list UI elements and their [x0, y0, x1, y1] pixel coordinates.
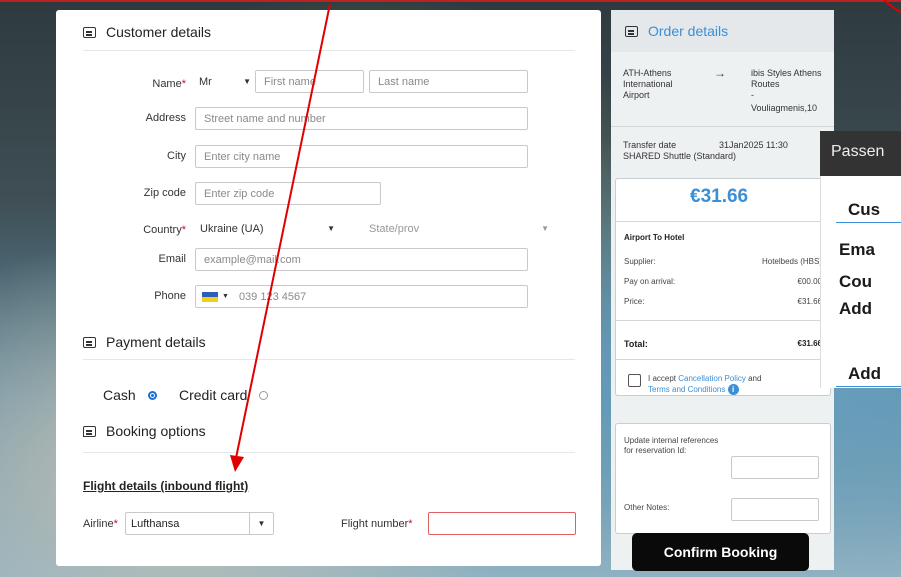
credit-card-option[interactable]: Credit card [179, 387, 269, 403]
airline-value: Lufthansa [131, 517, 180, 530]
email-input[interactable]: example@mail.com [195, 248, 528, 271]
cancellation-policy-link[interactable]: Cancellation Policy [678, 374, 746, 383]
transfer-date-value: 31Jan2025 11:30 [719, 140, 788, 150]
divider [616, 320, 830, 321]
notes-box: Update internal references for reservati… [615, 423, 831, 534]
passenger-panel: Cus Ema Cou Add Add [820, 176, 901, 388]
wallet-icon [83, 336, 96, 348]
route-from: ATH-Athens International Airport [623, 68, 673, 100]
country-label: Country* [143, 224, 186, 236]
chevron-down-icon[interactable]: ▼ [249, 513, 273, 534]
passenger-email-label: Ema [839, 240, 875, 259]
flight-details-title: Flight details (inbound flight) [83, 479, 249, 493]
chevron-down-icon: ▼ [243, 77, 251, 86]
flight-number-label: Flight number * [341, 517, 413, 530]
country-value: Ukraine (UA) [200, 222, 264, 235]
divider [83, 452, 575, 453]
state-select[interactable]: State/prov ▼ [369, 217, 549, 240]
cash-radio[interactable] [147, 390, 157, 400]
order-panel: Order details ATH-Athens International A… [611, 10, 834, 570]
credit-card-label: Credit card [179, 387, 248, 403]
city-input[interactable]: Enter city name [195, 145, 528, 168]
last-name-input[interactable]: Last name [369, 70, 528, 93]
city-label: City [167, 150, 186, 162]
airline-select[interactable]: Lufthansa ▼ [125, 512, 274, 535]
chevron-down-icon: ▼ [327, 224, 335, 233]
passenger-section-additional: Add [848, 364, 882, 383]
route-to: ibis Styles Athens Routes - Vouliagmenis… [751, 68, 822, 113]
supplier-value: Hotelbeds (HBS) [761, 257, 822, 266]
divider [616, 359, 830, 360]
divider [611, 126, 834, 127]
order-header: Order details [611, 10, 834, 52]
zip-input[interactable]: Enter zip code [195, 182, 381, 205]
pay-on-arrival-label: Pay on arrival: [624, 277, 676, 286]
divider [836, 386, 901, 387]
cash-label: Cash [103, 387, 136, 403]
country-select[interactable]: Ukraine (UA) ▼ [200, 217, 335, 240]
phone-input[interactable]: ▼ 039 123 4567 [195, 285, 528, 308]
phone-label: Phone [154, 290, 186, 302]
customer-section-header: Customer details [83, 24, 211, 40]
passenger-address-label: Add [839, 299, 873, 318]
internal-refs-label: Update internal references for reservati… [624, 436, 719, 455]
top-edge [0, 0, 901, 10]
state-placeholder: State/prov [369, 222, 420, 235]
title-value: Mr [199, 75, 212, 88]
other-notes-input[interactable] [731, 498, 819, 521]
name-label: Name* [152, 78, 186, 90]
internal-refs-input[interactable] [731, 456, 819, 479]
payment-section-title: Payment details [106, 334, 206, 350]
divider [836, 222, 901, 223]
arrow-right-icon: → [714, 66, 726, 80]
email-label: Email [158, 253, 186, 265]
direction-label: Airport To Hotel [624, 233, 685, 242]
title-select[interactable]: Mr ▼ [199, 70, 251, 93]
confirm-booking-button[interactable]: Confirm Booking [632, 533, 809, 571]
service-type: SHARED Shuttle (Standard) [623, 151, 737, 161]
accept-terms-text: I accept Cancellation Policy and Terms a… [648, 374, 762, 395]
price-box: €31.66 Airport To Hotel Supplier: Hotelb… [615, 178, 831, 396]
chevron-down-icon: ▼ [541, 224, 549, 233]
address-label: Address [145, 112, 186, 124]
id-card-icon [83, 26, 96, 38]
phone-placeholder: 039 123 4567 [238, 290, 307, 303]
total-value: €31.66 [797, 339, 822, 348]
transfer-date-label: Transfer date [623, 140, 677, 150]
passenger-panel-header: Passen [820, 131, 901, 176]
total-label: Total: [624, 339, 648, 349]
comment-icon [83, 425, 96, 437]
passenger-country-label: Cou [839, 272, 873, 291]
payment-section-header: Payment details [83, 334, 206, 350]
flight-number-input[interactable] [428, 512, 576, 535]
total-price: €31.66 [690, 186, 749, 207]
chevron-down-icon[interactable]: ▼ [222, 293, 229, 300]
ukraine-flag-icon [202, 291, 218, 302]
supplier-label: Supplier: [624, 257, 656, 266]
customer-section-title: Customer details [106, 24, 212, 40]
divider [83, 50, 575, 51]
accept-terms-checkbox[interactable] [628, 374, 641, 387]
order-title: Order details [648, 23, 729, 39]
terms-link[interactable]: Terms and Conditions [648, 385, 725, 394]
other-notes-label: Other Notes: [624, 503, 670, 512]
price-label: Price: [624, 297, 645, 306]
first-name-input[interactable]: First name [255, 70, 364, 93]
info-icon[interactable]: i [727, 384, 739, 395]
address-input[interactable]: Street name and number [195, 107, 528, 130]
booking-section-header: Booking options [83, 423, 206, 439]
divider [83, 359, 575, 360]
divider [616, 221, 830, 222]
airline-label: Airline * [83, 517, 118, 530]
receipt-icon [625, 25, 638, 37]
pay-on-arrival-value: €00.00 [797, 277, 822, 286]
credit-card-radio[interactable] [259, 390, 269, 400]
passenger-section-customer: Cus [848, 200, 881, 219]
customer-card: Customer details Name* Mr ▼ First name L… [56, 10, 601, 566]
booking-section-title: Booking options [106, 423, 206, 439]
price-value: €31.66 [797, 297, 822, 306]
cash-option[interactable]: Cash [103, 387, 157, 403]
zip-label: Zip code [143, 187, 186, 199]
